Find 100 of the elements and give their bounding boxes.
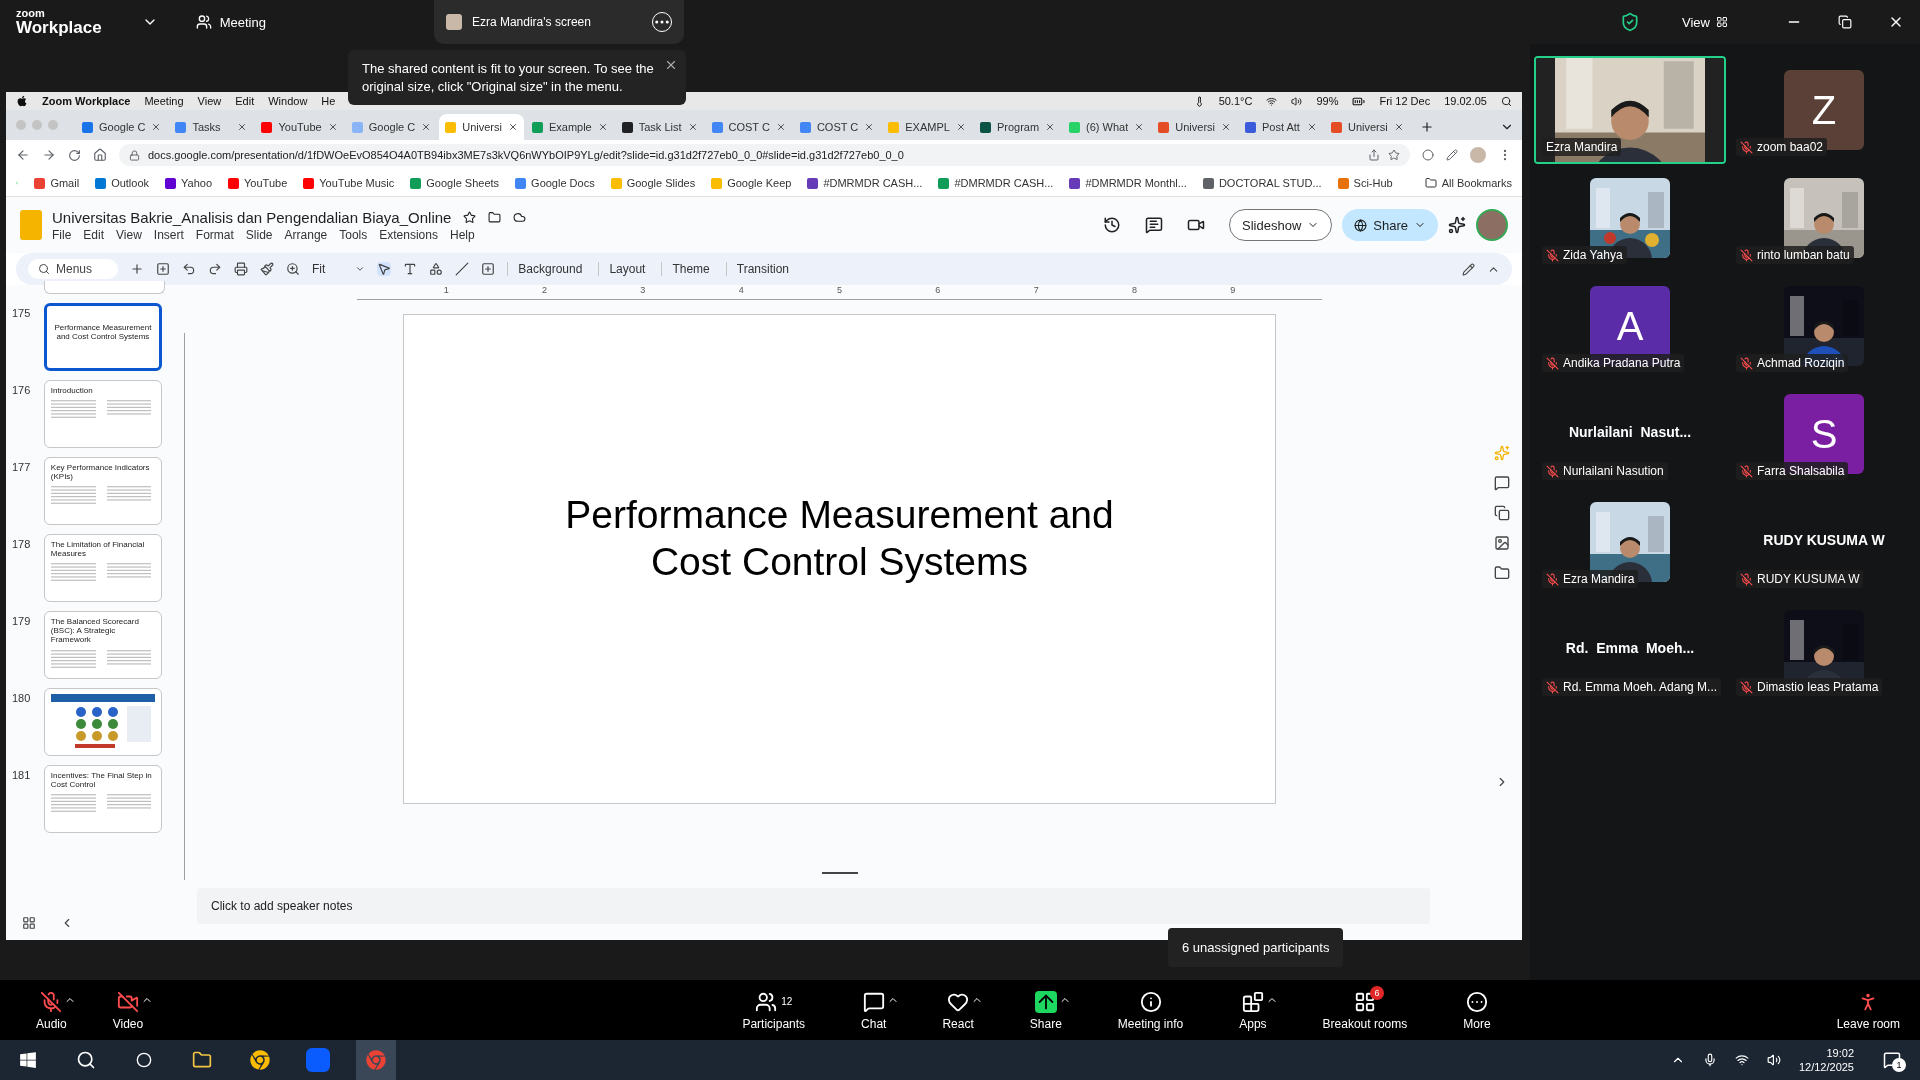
close-tab-icon[interactable] [775,122,786,132]
close-tab-icon[interactable] [237,122,248,132]
share-button[interactable]: Share [1021,989,1070,1031]
browser-tab[interactable]: Post Att [1239,114,1323,140]
profile-avatar[interactable] [1476,209,1508,241]
participant-tile[interactable]: Nurlailani Nasut... Nurlailani Nasution [1534,380,1726,488]
sparkle-icon[interactable] [1448,216,1466,234]
slide-thumbnail[interactable]: The Limitation of Financial Measures [43,534,162,602]
participant-tile[interactable]: Dimastio Ieas Pratama [1728,596,1920,704]
text-box-icon[interactable] [403,262,418,276]
select-icon[interactable] [377,262,392,276]
browser-tab[interactable]: (6) What [1063,114,1151,140]
chat-button[interactable]: Chat [853,989,895,1031]
share-icon[interactable] [1368,149,1380,161]
participant-tile[interactable]: Achmad Roziqin [1728,272,1920,380]
add-icon[interactable] [130,262,144,276]
toolbar-button[interactable]: Theme [661,262,714,276]
close-tab-icon[interactable] [327,122,338,132]
bookmark-link[interactable]: Yahoo [165,177,213,189]
slide-thumbnail[interactable]: Performance Measurement and Cost Control Systems [43,303,162,371]
menu-item[interactable]: Tools [339,227,368,242]
meeting-button[interactable]: Meeting [189,10,272,34]
toolbar-button[interactable]: Transition [725,262,794,276]
folder-icon[interactable] [1494,565,1510,581]
pen-icon[interactable] [1462,262,1475,276]
close-tab-icon[interactable] [864,122,875,132]
image-icon[interactable] [1494,535,1510,551]
search-icon[interactable] [1501,95,1512,107]
more-button[interactable]: More [1455,989,1499,1031]
participant-tile[interactable]: Ezra Mandira [1534,56,1726,164]
share-button[interactable]: Share [1342,209,1438,241]
bookmark-link[interactable]: Gmail [34,177,80,189]
menu-item[interactable]: Extensions [379,227,438,242]
slide-thumbnail[interactable]: Incentives: The Final Step in Cost Control [43,765,162,833]
browser-tab[interactable]: Google C [345,114,438,140]
participant-tile[interactable]: RUDY KUSUMA W RUDY KUSUMA W [1728,488,1920,596]
bookmark-link[interactable]: Sci-Hub [1337,177,1393,189]
participant-tile[interactable]: Zida Yahya [1534,164,1726,272]
clock-time[interactable]: 19:02 [1826,1045,1854,1060]
apps-button[interactable]: Apps [1231,989,1275,1031]
volume-icon[interactable] [1766,1053,1781,1067]
extension-icon[interactable] [1422,149,1434,161]
redo-icon[interactable] [208,262,222,276]
bookmark-link[interactable]: #DMRMDR Monthl... [1069,177,1187,189]
leave-room-button[interactable]: Leave room [1828,989,1908,1031]
toolbar-button[interactable]: Layout [598,262,650,276]
browser-tab[interactable]: Tasks [169,114,254,140]
participant-tile[interactable]: Ezra Mandira [1534,488,1726,596]
menu-item[interactable]: Format [195,227,234,242]
close-tab-icon[interactable] [1307,122,1317,132]
participant-tile[interactable]: Rd. Emma Moeh... Rd. Emma Moeh. Adang M... [1534,596,1726,704]
paint-format-icon[interactable] [260,262,274,276]
menu-item[interactable]: File [52,227,72,242]
back-icon[interactable] [16,148,30,162]
participants-button[interactable]: 12 Participants [734,989,814,1031]
all-bookmarks-link[interactable]: All Bookmarks [1424,177,1512,189]
print-icon[interactable] [234,262,248,276]
star-icon[interactable] [1388,149,1400,161]
bookmark-link[interactable]: Outlook [95,177,150,189]
view-button[interactable]: View [1676,13,1734,31]
zoom-select[interactable]: Fit [312,262,366,276]
speaker-notes-field[interactable]: Click to add speaker notes [209,898,613,914]
address-bar[interactable]: docs.google.com/presentation/d/1fDWOeEvO854O4A0TB94ibx3ME7s3kVQ6nWYbOIP9YLg/edit?slide=id.g31d2f727eb0_0_0#slide=id.g31d2f727eb0_0_0 [119,144,1410,166]
slide-thumbnail[interactable] [43,688,162,756]
home-icon[interactable] [93,148,107,162]
new-slide-icon[interactable] [156,262,170,276]
zoom-icon[interactable] [286,262,300,276]
browser-tab[interactable]: Program [973,114,1062,140]
bookmark-link[interactable]: YouTube [228,177,288,189]
slide-thumbnail[interactable]: Introduction [43,380,162,448]
bookmark-link[interactable]: #DMRMDR CASH... [938,177,1054,189]
close-tab-icon[interactable] [421,122,432,132]
history-icon[interactable] [1103,216,1122,234]
close-tab-icon[interactable] [597,122,608,132]
browser-tab[interactable]: Universi [1152,114,1237,140]
grid-view-icon[interactable] [22,916,36,930]
close-tab-icon[interactable] [1221,122,1231,132]
participant-tile[interactable]: Z zoom baa02 [1728,56,1920,164]
menu-item[interactable]: He [321,95,336,107]
shapes-icon[interactable] [429,262,444,276]
close-tab-icon[interactable] [1045,122,1056,132]
slide-canvas[interactable]: Performance Measurement and Cost Control Systems [403,314,1276,804]
extension-icon[interactable] [1446,149,1458,161]
menu-item[interactable]: View [197,95,222,107]
menu-item[interactable]: Slide [245,227,273,242]
shared-screen-tab[interactable]: Ezra Mandira's screen [433,0,684,44]
search-menus-field[interactable]: Menus [28,259,118,279]
browser-tab[interactable]: COST C [705,114,792,140]
video-button[interactable]: Video [104,989,152,1031]
browser-tab[interactable]: Google C [76,114,168,140]
browser-tab[interactable]: YouTube [255,114,344,140]
close-tab-icon[interactable] [955,122,966,132]
bookmark-link[interactable]: Google Docs [515,177,595,189]
bookmark-link[interactable]: YouTube Music [303,177,395,189]
new-tab-icon[interactable] [1419,120,1434,134]
bookmark-link[interactable]: Google Slides [610,177,696,189]
participant-tile[interactable]: S Farra Shalsabila [1728,380,1920,488]
browser-tab[interactable]: Task List [615,114,704,140]
close-tab-icon[interactable] [1134,122,1145,132]
slide-thumbnail[interactable]: Key Performance Indicators (KPIs) [43,457,162,525]
